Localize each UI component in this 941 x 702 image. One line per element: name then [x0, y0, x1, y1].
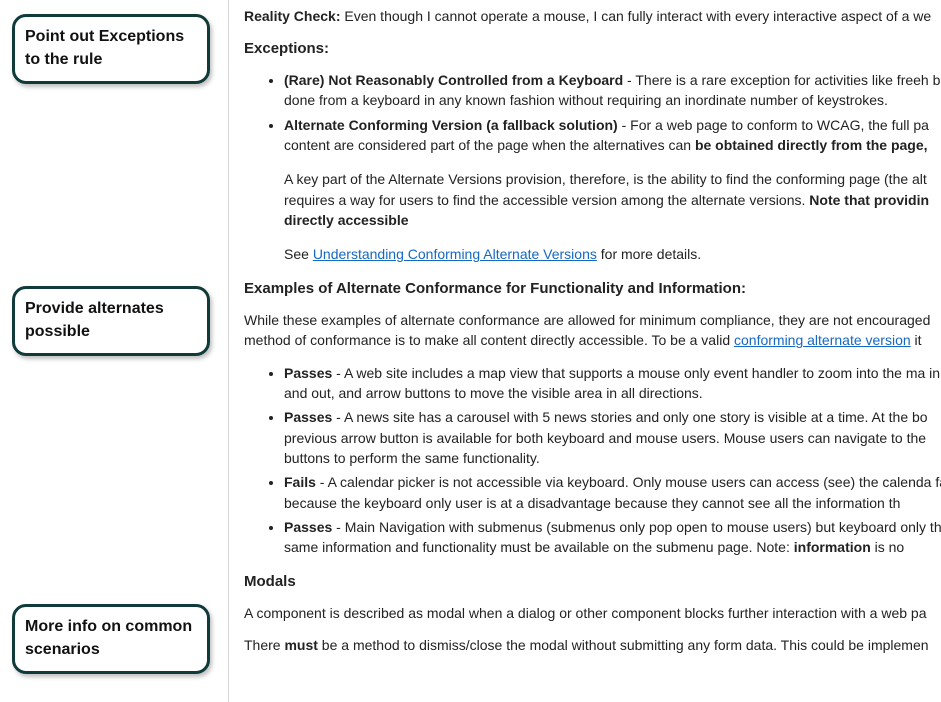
example-item-3: Fails - A calendar picker is not accessi… [284, 472, 941, 513]
fail-label-3: Fails [284, 474, 316, 490]
examples-list: Passes - A web site includes a map view … [244, 363, 941, 558]
exception-alt-see-line: See Understanding Conforming Alternate V… [284, 244, 941, 264]
reality-check-label: Reality Check: [244, 8, 340, 24]
exception-alt-para2: A key part of the Alternate Versions pro… [284, 169, 941, 230]
main-content: Reality Check: Even though I cannot oper… [244, 0, 941, 668]
callout-alternates: Provide alternates possible [12, 286, 210, 356]
link-conforming-alternate-version[interactable]: conforming alternate version [734, 332, 911, 348]
exception-item-alternate: Alternate Conforming Version (a fallback… [284, 115, 941, 265]
example-item-2: Passes - A news site has a carousel with… [284, 407, 941, 468]
modals-p2-a: There [244, 637, 284, 653]
exception-item-rare: (Rare) Not Reasonably Controlled from a … [284, 70, 941, 111]
pass-label-2: Passes [284, 409, 332, 425]
exception-alt-label: Alternate Conforming Version (a fallback… [284, 117, 618, 133]
modals-para-2: There must be a method to dismiss/close … [244, 635, 941, 655]
pass-label-1: Passes [284, 365, 332, 381]
vertical-divider [228, 0, 229, 702]
callout-common-scenarios: More info on common scenarios [12, 604, 210, 674]
examples-heading: Examples of Alternate Conformance for Fu… [244, 278, 941, 300]
example-item-1: Passes - A web site includes a map view … [284, 363, 941, 404]
reality-check-text: Even though I cannot operate a mouse, I … [340, 8, 931, 24]
examples-intro-b: it [911, 332, 922, 348]
example-4-text-b: is no [871, 539, 904, 555]
modals-p2-b: be a method to dismiss/close the modal w… [318, 637, 929, 653]
example-item-4: Passes - Main Navigation with submenus (… [284, 517, 941, 558]
example-3-text: - A calendar picker is not accessible vi… [284, 474, 941, 510]
exception-alt-bold2: be obtained directly from the page, [695, 137, 928, 153]
examples-intro: While these examples of alternate confor… [244, 310, 941, 351]
exceptions-list: (Rare) Not Reasonably Controlled from a … [244, 70, 941, 264]
example-2-text: - A news site has a carousel with 5 news… [284, 409, 928, 466]
pass-label-4: Passes [284, 519, 332, 535]
see-suffix: for more details. [597, 246, 701, 262]
modals-para-1: A component is described as modal when a… [244, 603, 941, 623]
see-prefix: See [284, 246, 313, 262]
example-1-text: - A web site includes a map view that su… [284, 365, 940, 401]
reality-check-line: Reality Check: Even though I cannot oper… [244, 6, 941, 26]
exceptions-heading: Exceptions: [244, 38, 941, 60]
example-4-bold: information [794, 539, 871, 555]
modals-p2-bold: must [284, 637, 317, 653]
link-understanding-alternate-versions[interactable]: Understanding Conforming Alternate Versi… [313, 246, 597, 262]
exception-rare-label: (Rare) Not Reasonably Controlled from a … [284, 72, 623, 88]
modals-heading: Modals [244, 571, 941, 593]
callout-exceptions: Point out Exceptions to the rule [12, 14, 210, 84]
